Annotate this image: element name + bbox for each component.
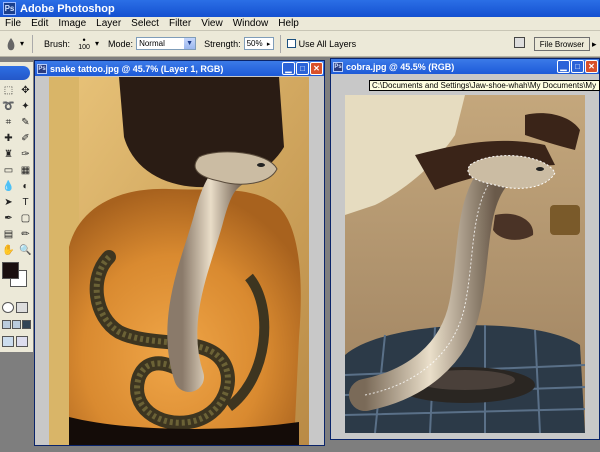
menu-bar: File Edit Image Layer Select Filter View…: [0, 17, 600, 31]
window-controls: ▁ □ ✕: [282, 62, 323, 75]
crop-tool-icon[interactable]: ⌗: [1, 115, 16, 130]
snake-tattoo-document-window[interactable]: Ps snake tattoo.jpg @ 45.7% (Layer 1, RG…: [34, 60, 325, 446]
options-bar: ▾ Brush: • 100 ▾ Mode: Normal ▼ Strength…: [0, 31, 600, 57]
snake-tattoo-canvas[interactable]: [49, 77, 309, 445]
shape-tool-icon[interactable]: ▢: [18, 211, 33, 226]
standard-mode-icon[interactable]: [2, 302, 14, 313]
zoom-tool-icon[interactable]: 🔍: [18, 243, 33, 258]
dock-overflow-icon[interactable]: ▸: [592, 39, 600, 49]
magic-wand-tool-icon[interactable]: ✦: [18, 99, 33, 114]
palette-well-icon[interactable]: [514, 37, 525, 48]
move-tool-icon[interactable]: ✥: [18, 83, 33, 98]
menu-filter[interactable]: Filter: [164, 18, 196, 29]
separator: [32, 34, 34, 53]
dodge-tool-icon[interactable]: ◐: [18, 179, 33, 194]
eyedropper-tool-icon[interactable]: ✏: [18, 227, 33, 242]
hand-tool-icon[interactable]: ✋: [1, 243, 16, 258]
history-brush-tool-icon[interactable]: ✑: [18, 147, 33, 162]
strength-input[interactable]: 50% ▸: [243, 37, 274, 50]
menu-file[interactable]: File: [0, 18, 26, 29]
tool-preset-arrow-icon[interactable]: ▾: [20, 39, 24, 48]
chevron-down-icon: ▼: [184, 38, 196, 49]
maximize-icon[interactable]: □: [296, 62, 309, 75]
path-tooltip: C:\Documents and Settings\Jaw-shoe-whah\…: [369, 80, 600, 91]
path-selection-tool-icon[interactable]: ➤: [1, 195, 16, 210]
app-title-bar: Ps Adobe Photoshop: [0, 0, 600, 17]
foreground-color-swatch[interactable]: [2, 262, 19, 279]
clone-stamp-tool-icon[interactable]: ♜: [1, 147, 16, 162]
brush-label: Brush:: [44, 38, 71, 49]
brush-tool-icon[interactable]: ✐: [18, 131, 33, 146]
chevron-right-icon: ▸: [266, 40, 271, 48]
menu-window[interactable]: Window: [228, 18, 274, 29]
cobra-document-window[interactable]: Ps cobra.jpg @ 45.5% (RGB) ▁ □ ✕: [330, 58, 600, 440]
toolbox: ⬚ ✥ ➰ ✦ ⌗ ✎ ✚ ✐ ♜ ✑ ▭ ▦ 💧 ◐ ➤ T ✒ ▢ ▤ ✏ …: [0, 62, 34, 352]
cobra-canvas[interactable]: [345, 95, 585, 433]
screen-mode-full-menu-icon[interactable]: [12, 320, 21, 329]
jump-to-buttons: [2, 336, 28, 347]
gradient-tool-icon[interactable]: ▦: [18, 163, 33, 178]
tool-grid: ⬚ ✥ ➰ ✦ ⌗ ✎ ✚ ✐ ♜ ✑ ▭ ▦ 💧 ◐ ➤ T ✒ ▢ ▤ ✏ …: [0, 80, 33, 261]
document-title: snake tattoo.jpg @ 45.7% (Layer 1, RGB): [50, 63, 224, 74]
slice-tool-icon[interactable]: ✎: [18, 115, 33, 130]
mask-mode-buttons: [2, 302, 28, 313]
eraser-tool-icon[interactable]: ▭: [1, 163, 16, 178]
document-title: cobra.jpg @ 45.5% (RGB): [346, 61, 455, 72]
maximize-icon[interactable]: □: [571, 60, 584, 73]
strength-value: 50%: [246, 39, 263, 48]
photoshop-logo-icon: Ps: [3, 2, 16, 15]
quick-mask-mode-icon[interactable]: [16, 302, 28, 313]
cobra-image[interactable]: [345, 95, 585, 433]
mode-select[interactable]: Normal ▼: [136, 37, 197, 50]
mode-value: Normal: [139, 39, 165, 48]
brush-preset-icon: •: [82, 34, 86, 45]
screen-mode-standard-icon[interactable]: [2, 320, 11, 329]
file-browser-tab[interactable]: File Browser: [534, 37, 590, 51]
screen-mode-buttons: [2, 320, 31, 329]
document-title-bar[interactable]: Ps snake tattoo.jpg @ 45.7% (Layer 1, RG…: [35, 61, 324, 76]
jump-to-app-icon[interactable]: [16, 336, 28, 347]
close-icon[interactable]: ✕: [585, 60, 598, 73]
document-title-bar[interactable]: Ps cobra.jpg @ 45.5% (RGB) ▁ □ ✕: [331, 59, 599, 74]
document-icon: Ps: [37, 63, 47, 74]
brush-dropdown-arrow-icon[interactable]: ▾: [95, 39, 99, 48]
marquee-tool-icon[interactable]: ⬚: [1, 83, 16, 98]
window-controls: ▁ □ ✕: [557, 60, 598, 73]
separator: [279, 34, 281, 53]
menu-view[interactable]: View: [196, 18, 228, 29]
strength-label: Strength:: [204, 38, 241, 49]
menu-select[interactable]: Select: [126, 18, 164, 29]
color-swatches[interactable]: [2, 262, 32, 294]
lasso-tool-icon[interactable]: ➰: [1, 99, 16, 114]
minimize-icon[interactable]: ▁: [282, 62, 295, 75]
screen-mode-full-icon[interactable]: [22, 320, 31, 329]
menu-image[interactable]: Image: [53, 18, 91, 29]
minimize-icon[interactable]: ▁: [557, 60, 570, 73]
use-all-layers-checkbox[interactable]: [286, 39, 296, 48]
mode-label: Mode:: [108, 38, 134, 49]
left-gutter: [37, 77, 47, 445]
document-icon: Ps: [333, 61, 343, 72]
close-icon[interactable]: ✕: [310, 62, 323, 75]
type-tool-icon[interactable]: T: [18, 195, 33, 210]
notes-tool-icon[interactable]: ▤: [1, 227, 16, 242]
menu-edit[interactable]: Edit: [26, 18, 53, 29]
blur-tool-icon[interactable]: 💧: [1, 179, 16, 194]
toolbox-grip[interactable]: [0, 66, 30, 80]
smudge-tool-icon[interactable]: [4, 36, 18, 52]
snake-tattoo-image[interactable]: [49, 77, 309, 445]
brush-size-value: 100: [78, 43, 90, 51]
pen-tool-icon[interactable]: ✒: [1, 211, 16, 226]
healing-brush-tool-icon[interactable]: ✚: [1, 131, 16, 146]
use-all-layers-label: Use All Layers: [298, 38, 357, 49]
menu-layer[interactable]: Layer: [91, 18, 126, 29]
jump-to-imageready-icon[interactable]: [2, 336, 14, 347]
app-title: Adobe Photoshop: [20, 2, 115, 15]
brush-preset-picker[interactable]: • 100: [73, 34, 95, 51]
menu-help[interactable]: Help: [273, 18, 304, 29]
